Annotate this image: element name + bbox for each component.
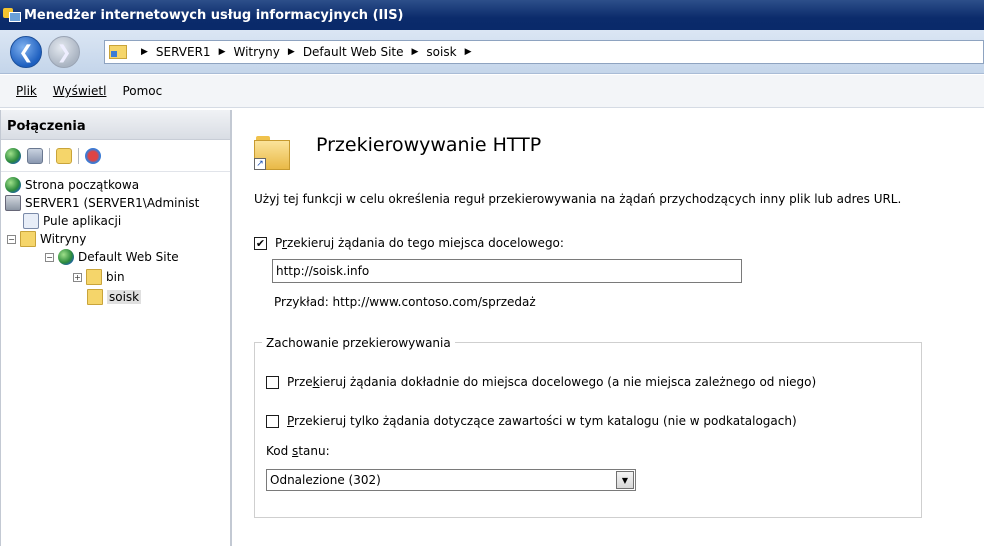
feature-page: ↗ Przekierowywanie HTTP Użyj tej funkcji… (234, 110, 984, 546)
tree-item-bin[interactable]: + bin (73, 268, 125, 286)
breadcrumb-default-web-site[interactable]: Default Web Site (303, 45, 404, 59)
globe-icon (58, 249, 74, 265)
tree-item-label: bin (106, 270, 125, 284)
redirect-destination-input[interactable] (272, 259, 742, 283)
tree-item-label: Strona początkowa (25, 178, 140, 192)
connections-toolbar (1, 140, 230, 172)
only-directory-row[interactable]: Przekieruj tylko żądania dotyczące zawar… (266, 414, 797, 428)
menu-file[interactable]: Plik (16, 84, 37, 98)
toolbar-divider (49, 147, 50, 164)
breadcrumb: ▶ SERVER1 ▶ Witryny ▶ Default Web Site ▶… (104, 40, 984, 64)
tree-item-label: Pule aplikacji (43, 214, 122, 228)
tree-item-default-web-site[interactable]: − Default Web Site (45, 248, 179, 266)
only-directory-checkbox[interactable] (266, 414, 279, 428)
folder-shortcut-icon: ↗ (254, 136, 290, 170)
application-pool-icon (23, 213, 39, 229)
tree-item-label: SERVER1 (SERVER1\Administ (25, 196, 200, 210)
exact-destination-label: Przekieruj żądania dokładnie do miejsca … (287, 375, 817, 389)
exact-destination-checkbox[interactable] (266, 375, 279, 389)
status-code-value: Odnalezione (302) (270, 473, 381, 487)
save-icon[interactable] (27, 147, 43, 164)
tree-item-label: soisk (107, 290, 142, 304)
collapse-icon[interactable]: − (7, 234, 16, 244)
tree-item-soisk[interactable]: soisk (87, 288, 142, 306)
tree-item-app-pools[interactable]: Pule aplikacji (23, 212, 121, 230)
tree-item-label: Witryny (40, 232, 87, 246)
chevron-right-icon[interactable]: ▶ (465, 47, 472, 57)
breadcrumb-sites[interactable]: Witryny (234, 45, 280, 59)
tree-item-label: Default Web Site (78, 250, 179, 264)
tree-item-server1[interactable]: SERVER1 (SERVER1\Administ (5, 194, 199, 212)
up-folder-icon[interactable] (56, 147, 72, 164)
group-title: Zachowanie przekierowywania (262, 336, 455, 350)
window-title: Menedżer internetowych usług informacyjn… (24, 7, 404, 23)
tree-item-start-page[interactable]: Strona początkowa (5, 176, 139, 194)
disconnect-icon[interactable] (85, 147, 101, 164)
folder-icon (86, 269, 102, 285)
forward-button[interactable]: ❯ (48, 36, 80, 68)
menu-help[interactable]: Pomoc (122, 84, 162, 98)
breadcrumb-server1[interactable]: SERVER1 (156, 45, 211, 59)
folder-shortcut-icon (87, 289, 103, 305)
connections-panel: Połączenia Strona początkowa SERVER1 (SE… (0, 110, 232, 546)
expand-icon[interactable]: + (73, 272, 82, 282)
server-icon (5, 195, 21, 211)
only-directory-label: Przekieruj tylko żądania dotyczące zawar… (287, 414, 797, 428)
status-code-label: Kod stanu: (266, 444, 330, 458)
redirect-behavior-group (254, 342, 922, 518)
exact-destination-row[interactable]: Przekieruj żądania dokładnie do miejsca … (266, 375, 816, 389)
chevron-right-icon[interactable]: ▶ (412, 47, 419, 57)
chevron-right-icon[interactable]: ▶ (219, 47, 226, 57)
toolbar-divider (78, 147, 79, 164)
window-title-bar: Menedżer internetowych usług informacyjn… (0, 0, 984, 30)
connections-title: Połączenia (1, 110, 230, 140)
menu-view[interactable]: Wyświetl (53, 84, 107, 98)
tree-item-sites[interactable]: − Witryny (7, 230, 86, 248)
iis-manager-icon (2, 6, 22, 24)
dropdown-arrow-icon[interactable]: ▼ (616, 471, 634, 489)
example-text: Przykład: http://www.contoso.com/sprzeda… (274, 295, 536, 309)
breadcrumb-soisk[interactable]: soisk (426, 45, 456, 59)
status-code-select[interactable]: Odnalezione (302) ▼ (266, 469, 636, 491)
folder-shortcut-icon (109, 45, 127, 59)
address-bar: ❮ ❯ ▶ SERVER1 ▶ Witryny ▶ Default Web Si… (0, 30, 984, 74)
redirect-checkbox-label: Przekieruj żądania do tego miejsca docel… (275, 236, 564, 250)
connect-icon[interactable] (5, 147, 21, 164)
redirect-checkbox-row[interactable]: ✔ Przekieruj żądania do tego miejsca doc… (254, 236, 564, 250)
globe-icon (5, 177, 21, 193)
collapse-icon[interactable]: − (45, 252, 54, 262)
folder-icon (20, 231, 36, 247)
feature-description: Użyj tej funkcji w celu określenia reguł… (254, 192, 902, 206)
back-button[interactable]: ❮ (10, 36, 42, 68)
chevron-right-icon[interactable]: ▶ (141, 47, 148, 57)
chevron-right-icon[interactable]: ▶ (288, 47, 295, 57)
menu-bar: Plik Wyświetl Pomoc (0, 75, 984, 108)
page-title: Przekierowywanie HTTP (316, 134, 542, 156)
redirect-checkbox[interactable]: ✔ (254, 236, 267, 250)
